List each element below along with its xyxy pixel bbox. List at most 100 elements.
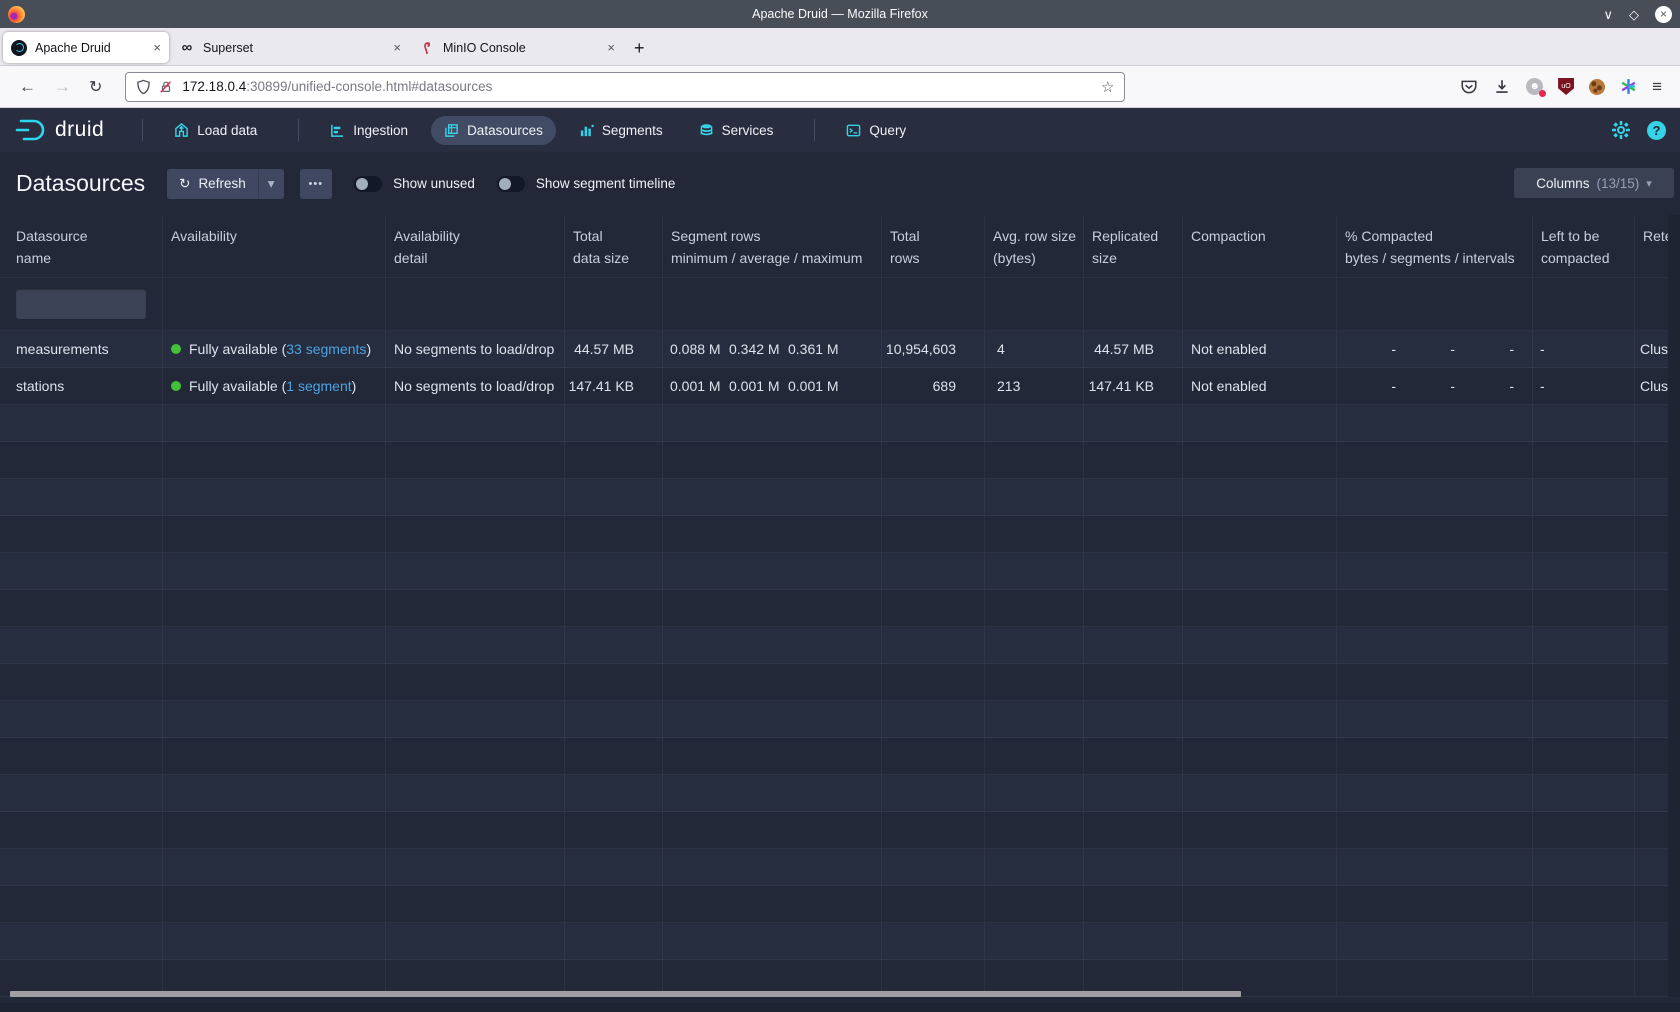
asterisk-extension-icon[interactable] bbox=[1620, 78, 1637, 95]
refresh-interval-dropdown[interactable]: ▾ bbox=[258, 169, 284, 199]
cookie-extension-icon[interactable] bbox=[1589, 79, 1605, 95]
tab-close-icon[interactable]: × bbox=[153, 40, 161, 55]
reload-button[interactable]: ↻ bbox=[89, 77, 102, 97]
account-extension-icon[interactable]: ☻ bbox=[1526, 78, 1543, 95]
total-rows-cell: 10,954,603 bbox=[882, 331, 985, 367]
menu-icon[interactable]: ≡ bbox=[1652, 77, 1662, 97]
compaction-cell[interactable]: Not enabled bbox=[1183, 331, 1337, 367]
table-row-measurements[interactable]: measurements Fully available (33 segment… bbox=[0, 331, 1668, 368]
pct-compacted-cell: --- bbox=[1337, 368, 1533, 404]
empty-cell bbox=[1183, 701, 1337, 737]
column-header-total-rows[interactable]: Totalrows bbox=[882, 215, 985, 277]
ublock-origin-icon[interactable]: uO bbox=[1558, 78, 1574, 95]
refresh-button[interactable]: ↻Refresh bbox=[167, 169, 258, 199]
empty-cell bbox=[1084, 516, 1183, 552]
tab-close-icon[interactable]: × bbox=[393, 40, 401, 55]
forward-button[interactable]: → bbox=[54, 77, 71, 97]
empty-cell bbox=[1533, 775, 1635, 811]
column-header-replicated-size[interactable]: Replicatedsize bbox=[1084, 215, 1183, 277]
datasource-name-cell[interactable]: measurements bbox=[0, 331, 163, 367]
table-row-stations[interactable]: stations Fully available (1 segment) No … bbox=[0, 368, 1668, 405]
empty-cell bbox=[882, 738, 985, 774]
maximize-button[interactable]: ◇ bbox=[1629, 8, 1639, 21]
more-actions-button[interactable]: ••• bbox=[300, 169, 333, 199]
empty-cell bbox=[1183, 664, 1337, 700]
url-text[interactable]: 172.18.0.4:30899/unified-console.html#da… bbox=[182, 79, 1101, 94]
filter-cell bbox=[163, 278, 386, 330]
empty-cell bbox=[1337, 849, 1533, 885]
tab-superset[interactable]: ∞ Superset × bbox=[171, 32, 409, 63]
refresh-icon: ↻ bbox=[179, 176, 190, 192]
settings-gear-icon[interactable] bbox=[1611, 120, 1631, 140]
empty-cell bbox=[565, 701, 663, 737]
tab-apache-druid[interactable]: Apache Druid × bbox=[3, 32, 169, 63]
tab-close-icon[interactable]: × bbox=[607, 40, 615, 55]
column-header-availability-detail[interactable]: Availabilitydetail bbox=[386, 215, 565, 277]
new-tab-button[interactable]: + bbox=[634, 38, 645, 59]
nav-item-query[interactable]: Query bbox=[833, 116, 919, 145]
empty-cell bbox=[386, 738, 565, 774]
downloads-icon[interactable] bbox=[1493, 78, 1511, 96]
nav-item-services[interactable]: Services bbox=[686, 116, 787, 145]
columns-picker-button[interactable]: Columns (13/15) ▾ bbox=[1514, 168, 1674, 198]
empty-cell bbox=[163, 701, 386, 737]
column-header-datasource-name[interactable]: Datasourcename bbox=[0, 215, 163, 277]
empty-cell bbox=[565, 405, 663, 441]
show-unused-toggle[interactable] bbox=[354, 176, 382, 192]
show-segment-timeline-toggle[interactable] bbox=[497, 176, 525, 192]
column-header-segment-rows-minimum-average-maximum[interactable]: Segment rowsminimum / average / maximum bbox=[663, 215, 882, 277]
empty-cell bbox=[1635, 553, 1668, 589]
empty-cell bbox=[163, 479, 386, 515]
empty-cell bbox=[163, 442, 386, 478]
column-header-avg-row-size-bytes-[interactable]: Avg. row size(bytes) bbox=[985, 215, 1084, 277]
pocket-icon[interactable] bbox=[1460, 78, 1478, 96]
empty-cell bbox=[1084, 664, 1183, 700]
empty-cell bbox=[565, 812, 663, 848]
empty-cell bbox=[882, 590, 985, 626]
close-button[interactable]: × bbox=[1655, 6, 1672, 23]
columns-count: (13/15) bbox=[1596, 176, 1639, 191]
empty-table-row bbox=[0, 775, 1668, 812]
column-header-compaction[interactable]: Compaction bbox=[1183, 215, 1337, 277]
insecure-lock-icon[interactable] bbox=[159, 79, 173, 95]
total-data-size-cell: 147.41 KB bbox=[565, 368, 663, 404]
column-header-rete[interactable]: Rete bbox=[1635, 215, 1668, 277]
empty-cell bbox=[1635, 590, 1668, 626]
datasource-name-filter-input[interactable] bbox=[16, 289, 146, 319]
table-filter-row bbox=[0, 278, 1668, 331]
bookmark-star-icon[interactable]: ☆ bbox=[1101, 78, 1114, 96]
empty-cell bbox=[1533, 405, 1635, 441]
segments-link[interactable]: 1 segment bbox=[286, 378, 351, 394]
nav-item-ingestion[interactable]: Ingestion bbox=[317, 116, 421, 145]
toggle-knob bbox=[499, 178, 511, 190]
nav-item-datasources[interactable]: Datasources bbox=[431, 116, 556, 145]
back-button[interactable]: ← bbox=[19, 77, 36, 97]
column-header-total-data-size[interactable]: Totaldata size bbox=[565, 215, 663, 277]
empty-cell bbox=[663, 923, 882, 959]
help-icon[interactable]: ? bbox=[1647, 121, 1666, 140]
nav-item-load-data[interactable]: Load data bbox=[161, 116, 270, 145]
url-bar[interactable]: 172.18.0.4:30899/unified-console.html#da… bbox=[125, 72, 1125, 102]
empty-cell bbox=[1533, 960, 1635, 996]
compaction-cell[interactable]: Not enabled bbox=[1183, 368, 1337, 404]
retention-cell[interactable]: Clus bbox=[1635, 368, 1668, 404]
column-header--compacted-bytes-segments-intervals[interactable]: % Compactedbytes / segments / intervals bbox=[1337, 215, 1533, 277]
druid-logo[interactable]: druid bbox=[14, 117, 104, 143]
filter-cell bbox=[985, 278, 1084, 330]
datasource-name-cell[interactable]: stations bbox=[0, 368, 163, 404]
empty-cell bbox=[985, 849, 1084, 885]
empty-cell bbox=[1635, 738, 1668, 774]
horizontal-scrollbar-thumb[interactable] bbox=[10, 991, 1241, 997]
tracking-shield-icon[interactable] bbox=[136, 79, 151, 95]
empty-cell bbox=[565, 627, 663, 663]
column-header-availability[interactable]: Availability bbox=[163, 215, 386, 277]
empty-cell bbox=[1084, 775, 1183, 811]
segments-link[interactable]: 33 segments bbox=[286, 341, 366, 357]
avg-row-size-cell: 4 bbox=[985, 331, 1084, 367]
tab-minio-console[interactable]: MinIO Console × bbox=[411, 32, 623, 63]
retention-cell[interactable]: Clus bbox=[1635, 331, 1668, 367]
column-header-left-to-be-compacted[interactable]: Left to becompacted bbox=[1533, 215, 1635, 277]
nav-item-segments[interactable]: Segments bbox=[566, 116, 676, 145]
nav-item-label: Datasources bbox=[467, 123, 543, 138]
minimize-button[interactable]: ∨ bbox=[1603, 8, 1613, 21]
